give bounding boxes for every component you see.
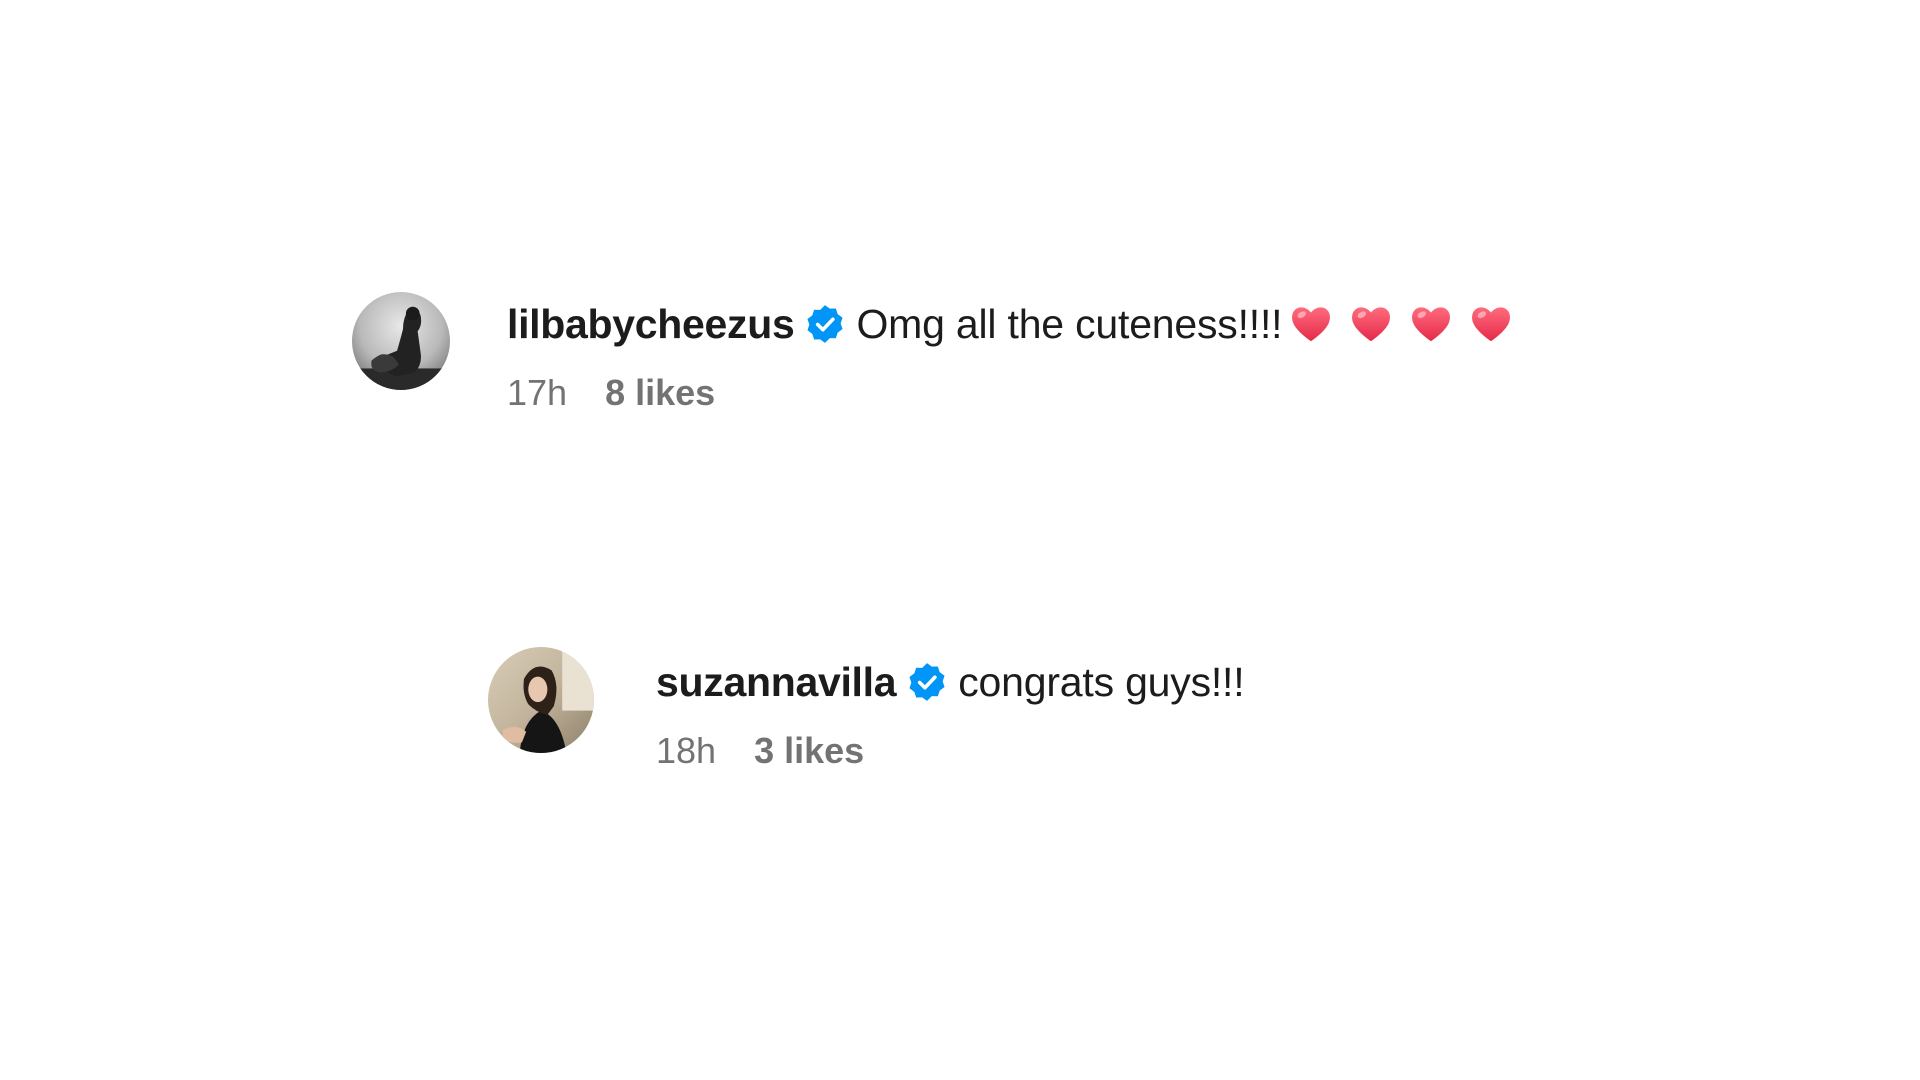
- comment-text: congrats guys!!!: [958, 659, 1245, 705]
- likes-count-link[interactable]: 8 likes: [605, 372, 715, 414]
- red-heart-icon: [1288, 301, 1334, 347]
- avatar[interactable]: [352, 292, 450, 390]
- avatar-photo: [352, 292, 450, 390]
- red-heart-icon: [1468, 301, 1514, 347]
- avatar-photo: [488, 647, 594, 753]
- red-heart-icon: [1348, 301, 1394, 347]
- username-link[interactable]: lilbabycheezus: [507, 296, 795, 352]
- verified-badge-icon: [804, 303, 846, 345]
- username-link[interactable]: suzannavilla: [656, 654, 897, 710]
- comment-text: Omg all the cuteness!!!!: [856, 301, 1283, 347]
- comment-timestamp: 18h: [656, 730, 717, 771]
- avatar[interactable]: [488, 647, 594, 753]
- emoji-group: [1288, 301, 1514, 347]
- likes-count-link[interactable]: 3 likes: [754, 730, 864, 772]
- red-heart-icon: [1408, 301, 1454, 347]
- comment-timestamp: 17h: [507, 372, 568, 413]
- verified-badge-icon: [906, 661, 948, 703]
